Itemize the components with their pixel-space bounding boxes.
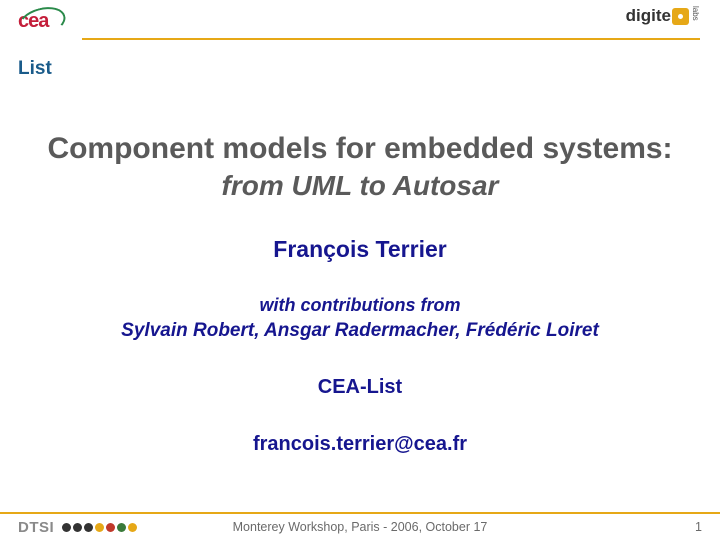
slide-header: cea List digite labs [0, 0, 720, 80]
slide-title: Component models for embedded systems: [30, 130, 690, 168]
header-divider [82, 38, 700, 40]
list-logo: List [18, 58, 52, 80]
contributors-list: Sylvain Robert, Ansgar Radermacher, Fréd… [30, 320, 690, 342]
slide-subtitle: from UML to Autosar [30, 170, 690, 202]
author-name: François Terrier [30, 236, 690, 263]
digiteo-labs-text: labs [691, 6, 700, 21]
author-email: francois.terrier@cea.fr [30, 433, 690, 456]
organization: CEA-List [30, 376, 690, 399]
digiteo-logo: digite labs [626, 6, 700, 26]
contributions-intro: with contributions from [30, 295, 690, 316]
footer-center-text: Monterey Workshop, Paris - 2006, October… [0, 520, 720, 534]
digiteo-logo-text: digite [626, 6, 671, 25]
cea-logo: cea [18, 10, 68, 36]
cea-logo-arc [15, 2, 69, 41]
digiteo-accent-icon [672, 8, 689, 25]
slide-footer: DTSI Monterey Workshop, Paris - 2006, Oc… [0, 512, 720, 540]
slide-content: Component models for embedded systems: f… [0, 80, 720, 456]
